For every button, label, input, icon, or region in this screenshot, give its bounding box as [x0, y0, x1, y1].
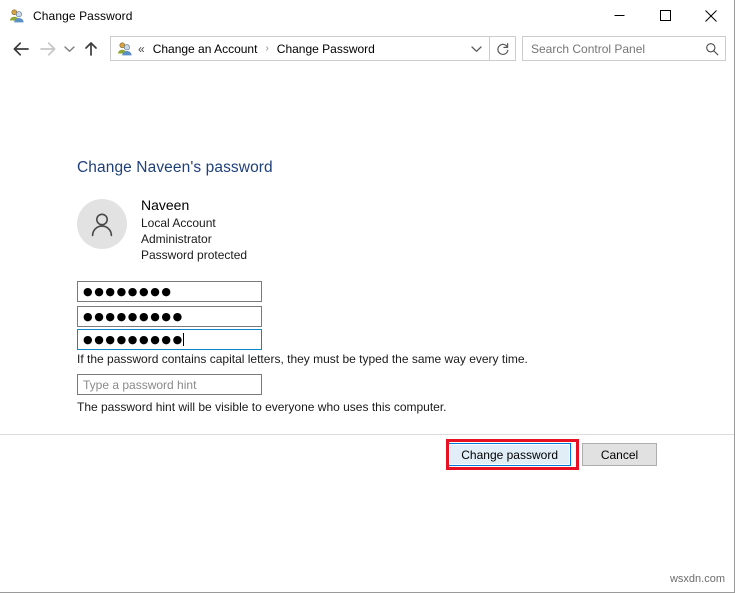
breadcrumb-overflow-icon[interactable]: « — [138, 42, 145, 56]
retype-password-value: ●●●●●●●●● — [83, 334, 184, 345]
account-password-status: Password protected — [141, 247, 247, 263]
search-box[interactable] — [522, 36, 726, 61]
minimize-button[interactable] — [596, 0, 642, 31]
text-cursor — [183, 333, 184, 346]
confirm-password-value: ●●●●●●●●● — [83, 311, 184, 322]
breadcrumb-user-accounts-icon — [117, 41, 133, 57]
recent-pages-chevron-icon[interactable] — [60, 36, 78, 62]
forward-arrow-icon — [34, 36, 60, 62]
password-hint-note: The password hint will be visible to eve… — [77, 400, 447, 414]
account-name: Naveen — [141, 197, 247, 213]
search-input[interactable] — [531, 42, 699, 56]
maximize-button[interactable] — [642, 0, 688, 31]
breadcrumb-item-change-an-account[interactable]: Change an Account — [151, 40, 260, 58]
caption-button-group — [596, 0, 734, 31]
title-bar: Change Password — [0, 0, 734, 31]
page-title: Change Naveen's password — [77, 159, 273, 177]
address-bar[interactable]: « Change an Account › Change Password — [110, 36, 490, 61]
new-password-field[interactable]: ●●●●●●●● — [77, 281, 262, 302]
user-accounts-icon — [9, 8, 25, 24]
account-type: Local Account — [141, 215, 247, 231]
account-summary: Naveen Local Account Administrator Passw… — [77, 199, 247, 263]
navigation-bar: « Change an Account › Change Password — [0, 31, 734, 66]
back-arrow-icon[interactable] — [8, 36, 34, 62]
retype-password-field[interactable]: ●●●●●●●●● — [77, 329, 262, 350]
window-title: Change Password — [33, 9, 133, 23]
refresh-icon[interactable] — [490, 36, 516, 61]
account-details: Naveen Local Account Administrator Passw… — [141, 197, 247, 263]
content-area: Change Naveen's password Naveen Local Ac… — [0, 66, 734, 592]
user-avatar-icon — [77, 199, 127, 249]
password-hint-input[interactable] — [83, 378, 261, 392]
breadcrumb-item-change-password[interactable]: Change Password — [275, 40, 377, 58]
new-password-value: ●●●●●●●● — [83, 286, 173, 297]
change-password-button[interactable]: Change password — [448, 443, 571, 466]
breadcrumb-separator-icon: › — [265, 43, 268, 54]
footer-button-group: Change password Cancel — [448, 443, 657, 466]
up-arrow-icon[interactable] — [78, 36, 104, 62]
watermark-text: wsxdn.com — [670, 573, 725, 585]
close-button[interactable] — [688, 0, 734, 31]
cancel-button[interactable]: Cancel — [582, 443, 657, 466]
change-password-window: Change Password — [0, 0, 735, 593]
capital-letters-note: If the password contains capital letters… — [77, 352, 528, 366]
footer-divider — [0, 434, 734, 435]
chevron-down-icon[interactable] — [463, 37, 489, 60]
account-role: Administrator — [141, 231, 247, 247]
password-hint-field[interactable] — [77, 374, 262, 395]
search-icon[interactable] — [699, 37, 725, 60]
confirm-password-field[interactable]: ●●●●●●●●● — [77, 306, 262, 327]
